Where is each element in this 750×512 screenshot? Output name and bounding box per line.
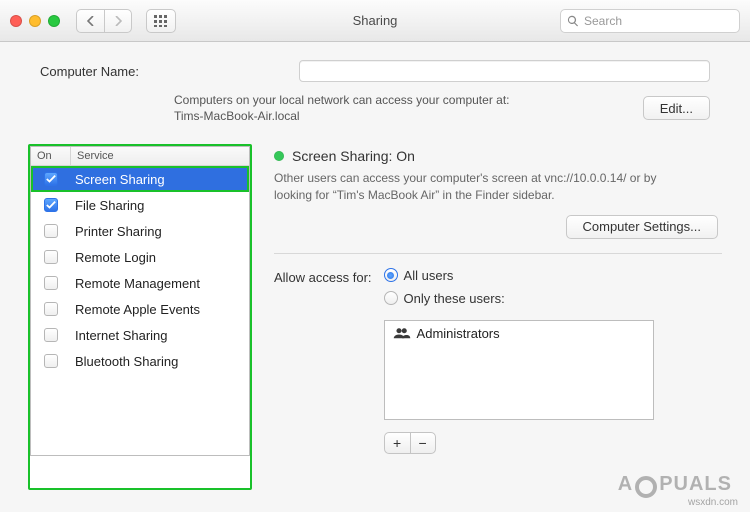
checkbox-bluetooth-sharing[interactable] (44, 354, 58, 368)
chevron-right-icon (114, 16, 122, 26)
checkbox-remote-apple-events[interactable] (44, 302, 58, 316)
status-dot-icon (274, 151, 284, 161)
service-detail: Screen Sharing: On Other users can acces… (274, 144, 722, 490)
divider (274, 253, 722, 254)
service-label: Printer Sharing (71, 224, 249, 239)
computer-name-label: Computer Name: (40, 64, 139, 79)
service-label: Remote Management (71, 276, 249, 291)
checkbox-remote-management[interactable] (44, 276, 58, 290)
add-user-button[interactable]: + (384, 432, 410, 454)
window-controls (10, 15, 60, 27)
group-icon (393, 327, 411, 339)
service-row-bluetooth-sharing[interactable]: Bluetooth Sharing (31, 348, 249, 374)
checkbox-internet-sharing[interactable] (44, 328, 58, 342)
service-list-header: On Service (31, 147, 249, 166)
computer-name-input[interactable] (299, 60, 710, 82)
remove-user-button[interactable]: − (410, 432, 436, 454)
service-label: Remote Login (71, 250, 249, 265)
status-description: Other users can access your computer's s… (274, 170, 694, 202)
access-row: Allow access for: All users Only these u… (274, 268, 722, 454)
service-label: Remote Apple Events (71, 302, 249, 317)
user-label: Administrators (417, 326, 500, 341)
col-service: Service (71, 147, 249, 165)
service-row-remote-management[interactable]: Remote Management (31, 270, 249, 296)
list-item[interactable]: Administrators (385, 321, 653, 346)
radio-icon (384, 291, 398, 305)
watermark-source: wsxdn.com (688, 497, 738, 508)
service-row-file-sharing[interactable]: File Sharing (31, 192, 249, 218)
search-placeholder: Search (584, 14, 622, 28)
access-label: Allow access for: (274, 268, 372, 285)
computer-name-display (149, 61, 289, 81)
user-list[interactable]: Administrators (384, 320, 654, 420)
chevron-left-icon (87, 16, 95, 26)
edit-button[interactable]: Edit... (643, 96, 710, 120)
service-row-internet-sharing[interactable]: Internet Sharing (31, 322, 249, 348)
service-row-remote-apple-events[interactable]: Remote Apple Events (31, 296, 249, 322)
search-icon (567, 15, 579, 27)
help-line-2: Tims-MacBook-Air.local (174, 108, 509, 124)
radio-label: Only these users: (404, 291, 505, 306)
computer-name-help: Computers on your local network can acce… (0, 92, 750, 138)
minimize-icon[interactable] (29, 15, 41, 27)
radio-icon (384, 268, 398, 282)
status-row: Screen Sharing: On (274, 148, 722, 164)
sharing-prefs-window: { "window": { "title": "Sharing" }, "too… (0, 0, 750, 512)
add-remove-buttons: + − (384, 432, 654, 454)
service-row-remote-login[interactable]: Remote Login (31, 244, 249, 270)
service-label: Bluetooth Sharing (71, 354, 249, 369)
checkbox-remote-login[interactable] (44, 250, 58, 264)
radio-only-users[interactable]: Only these users: (384, 291, 654, 306)
computer-settings-button[interactable]: Computer Settings... (566, 215, 719, 239)
forward-button[interactable] (104, 9, 132, 33)
service-label: File Sharing (71, 198, 249, 213)
checkbox-screen-sharing[interactable] (44, 172, 58, 186)
service-list: On Service Screen Sharing File Sharing P… (30, 146, 250, 456)
service-label: Screen Sharing (71, 172, 249, 187)
show-all-button[interactable] (146, 9, 176, 33)
service-row-printer-sharing[interactable]: Printer Sharing (31, 218, 249, 244)
access-radio-group: All users Only these users: Administrato… (384, 268, 654, 454)
maximize-icon[interactable] (48, 15, 60, 27)
service-list-highlight-frame: On Service Screen Sharing File Sharing P… (28, 144, 252, 490)
nav-buttons (76, 9, 132, 33)
back-button[interactable] (76, 9, 104, 33)
grid-icon (154, 15, 168, 27)
radio-all-users[interactable]: All users (384, 268, 654, 283)
body: On Service Screen Sharing File Sharing P… (0, 138, 750, 512)
service-label: Internet Sharing (71, 328, 249, 343)
col-on: On (31, 147, 71, 165)
help-line-1: Computers on your local network can acce… (174, 92, 509, 108)
status-title: Screen Sharing: On (292, 148, 415, 164)
service-row-screen-sharing[interactable]: Screen Sharing (31, 166, 249, 192)
titlebar: Sharing Search (0, 0, 750, 42)
search-input[interactable]: Search (560, 9, 740, 33)
radio-label: All users (404, 268, 454, 283)
computer-name-row: Computer Name: (0, 42, 750, 92)
close-icon[interactable] (10, 15, 22, 27)
checkbox-printer-sharing[interactable] (44, 224, 58, 238)
checkbox-file-sharing[interactable] (44, 198, 58, 212)
